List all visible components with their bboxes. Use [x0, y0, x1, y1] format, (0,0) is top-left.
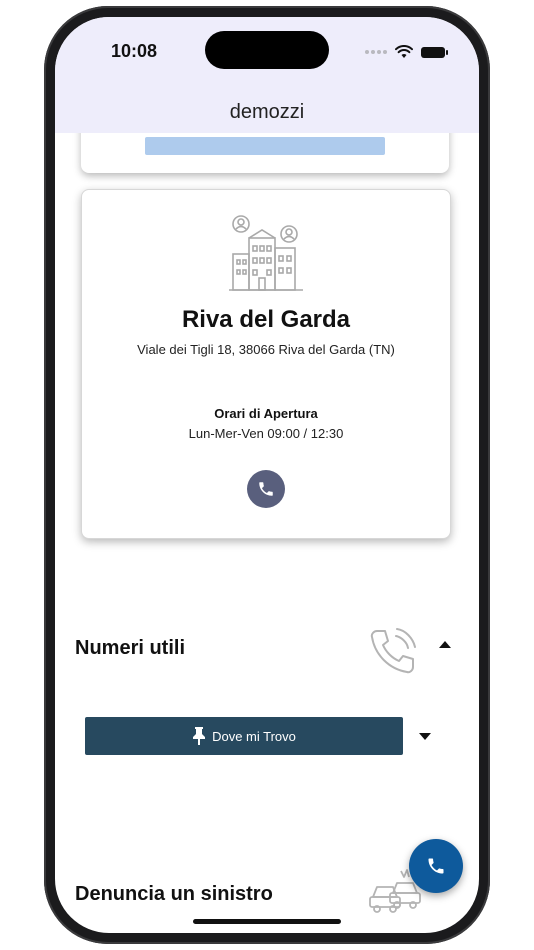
- screen: 10:08 demozzi Riva del Garda Viale dei T…: [55, 17, 479, 933]
- office-name: Riva del Garda: [181, 306, 351, 333]
- scroll-content[interactable]: Riva del Garda Viale dei Tigli 18, 38066…: [55, 103, 479, 933]
- status-icons: [365, 45, 448, 59]
- cellular-signal-icon: [365, 50, 387, 54]
- office-card: Riva del Garda Viale dei Tigli 18, 38066…: [81, 189, 451, 539]
- dynamic-island: [205, 31, 329, 69]
- previous-card-button[interactable]: [145, 137, 385, 155]
- section-numeri-utili-title[interactable]: Numeri utili: [75, 637, 185, 660]
- call-office-button[interactable]: [247, 470, 285, 508]
- collapse-numeri-utili-toggle[interactable]: [439, 641, 451, 648]
- phone-frame: 10:08 demozzi Riva del Garda Viale dei T…: [44, 6, 490, 944]
- dove-mi-trovo-button[interactable]: Dove mi Trovo: [85, 717, 403, 755]
- dove-mi-trovo-label: Dove mi Trovo: [212, 728, 296, 744]
- status-time: 10:08: [111, 41, 158, 61]
- section-denuncia-sinistro-title[interactable]: Denuncia un sinistro: [75, 883, 273, 906]
- opening-hours-value: Lun-Mer-Ven 09:00 / 12:30: [188, 426, 344, 441]
- phone-icon: [428, 858, 444, 874]
- office-address: Viale dei Tigli 18, 38066 Riva del Garda…: [137, 342, 395, 357]
- wifi-icon: [395, 45, 413, 58]
- phone-icon: [259, 482, 273, 496]
- home-indicator[interactable]: [193, 919, 341, 924]
- app-title: demozzi: [229, 101, 305, 123]
- phone-ringing-icon: [370, 628, 416, 674]
- building-people-icon: [229, 215, 303, 291]
- call-fab-button[interactable]: [409, 839, 463, 893]
- opening-hours-label: Orari di Apertura: [214, 406, 318, 421]
- pushpin-icon: [193, 727, 206, 745]
- expand-dove-mi-trovo-toggle[interactable]: [419, 733, 431, 740]
- battery-icon: [421, 46, 448, 58]
- app-bar: 10:08 demozzi: [55, 17, 479, 133]
